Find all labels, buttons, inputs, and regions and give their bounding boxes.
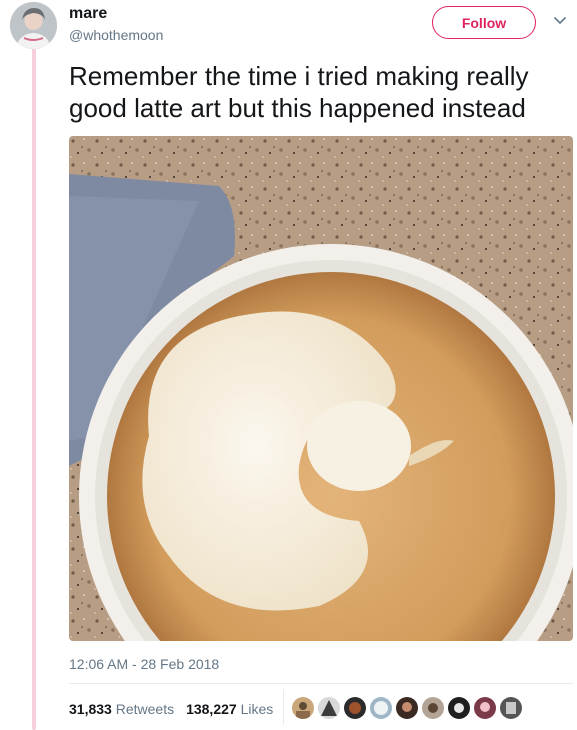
avatar[interactable] (10, 2, 57, 49)
liker-avatar[interactable] (344, 697, 366, 719)
likes-count: 138,227 (186, 701, 237, 717)
liker-avatars (292, 697, 522, 719)
retweets-stat[interactable]: 31,833 Retweets (69, 701, 174, 717)
retweets-count: 31,833 (69, 701, 112, 717)
display-name[interactable]: mare (69, 5, 107, 23)
stats-divider (283, 689, 284, 725)
latte-photo-icon (69, 136, 573, 641)
retweets-label: Retweets (115, 701, 175, 717)
likes-label: Likes (240, 701, 274, 717)
likes-stat[interactable]: 138,227 Likes (186, 701, 273, 717)
tweet-stats: 31,833 Retweets 138,227 Likes (69, 701, 273, 717)
liker-avatar[interactable] (448, 697, 470, 719)
tweet-text: Remember the time i tried making really … (69, 61, 529, 123)
user-handle[interactable]: @whothemoon (69, 27, 163, 43)
thread-line (32, 46, 36, 730)
liker-avatar[interactable] (396, 697, 418, 719)
liker-avatar[interactable] (422, 697, 444, 719)
tweet-timestamp[interactable]: 12:06 AM - 28 Feb 2018 (69, 656, 219, 672)
liker-avatar[interactable] (318, 697, 340, 719)
liker-avatar[interactable] (292, 697, 314, 719)
follow-button[interactable]: Follow (432, 6, 536, 39)
liker-avatar[interactable] (370, 697, 392, 719)
liker-avatar[interactable] (474, 697, 496, 719)
tweet-photo[interactable] (69, 136, 573, 641)
chevron-down-icon[interactable] (552, 13, 568, 29)
divider (69, 683, 573, 684)
liker-avatar[interactable] (500, 697, 522, 719)
